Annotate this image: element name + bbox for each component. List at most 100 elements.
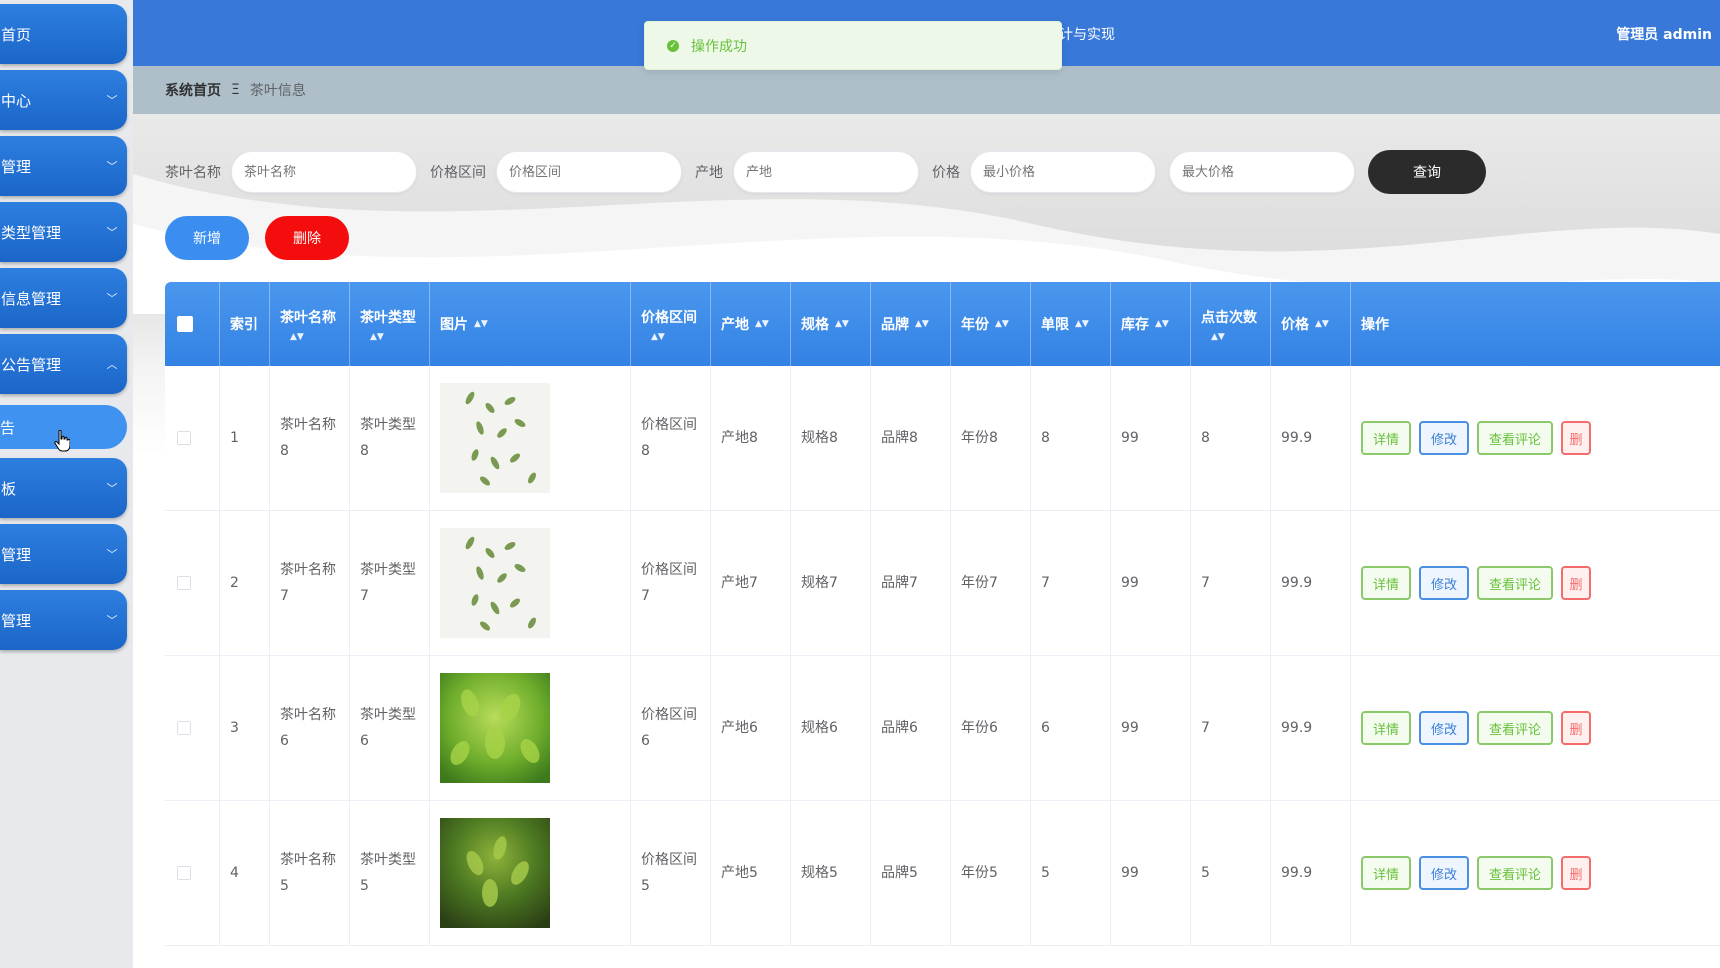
- view-comments-button[interactable]: 查看评论: [1477, 566, 1554, 600]
- cell-year: 年份6: [951, 656, 1031, 800]
- sidebar-item-type-management[interactable]: 类型管理 ﹀: [0, 202, 127, 262]
- delete-row-button[interactable]: 删: [1561, 856, 1592, 890]
- col-origin-label: 产地: [721, 317, 749, 333]
- cell-name-text: 茶叶名称: [280, 707, 336, 723]
- search-bar: 茶叶名称 价格区间 产地 价格 查询: [165, 150, 1486, 194]
- chevron-down-icon: ﹀: [106, 614, 118, 627]
- col-brand-label: 品牌: [881, 317, 909, 333]
- col-price[interactable]: 价格 ▲▼: [1271, 282, 1351, 366]
- cell-ops: 详情 修改 查看评论 删: [1351, 801, 1611, 945]
- max-price-input[interactable]: [1169, 151, 1355, 193]
- col-type[interactable]: 茶叶类型 ▲▼: [350, 282, 430, 366]
- sort-icon[interactable]: ▲▼: [1075, 319, 1089, 329]
- sidebar-item-management-2[interactable]: 管理 ﹀: [0, 524, 127, 584]
- col-year[interactable]: 年份 ▲▼: [951, 282, 1031, 366]
- cell-limit: 6: [1031, 656, 1111, 800]
- col-origin[interactable]: 产地 ▲▼: [711, 282, 791, 366]
- cell-brand: 品牌5: [871, 801, 951, 945]
- row-checkbox[interactable]: [177, 576, 191, 590]
- row-checkbox[interactable]: [177, 431, 191, 445]
- tea-table: 索引 茶叶名称 ▲▼ 茶叶类型 ▲▼ 图片 ▲▼ 价格区间 ▲▼ 产地 ▲▼ 规格 ▲▼ 品…: [165, 282, 1720, 946]
- name-input[interactable]: [231, 151, 417, 193]
- cell-name: 茶叶名称 8: [270, 366, 350, 510]
- min-price-input[interactable]: [970, 151, 1156, 193]
- sidebar-item-home[interactable]: 首页: [0, 4, 127, 64]
- col-limit[interactable]: 单限 ▲▼: [1031, 282, 1111, 366]
- tea-leaves-image: [440, 528, 550, 638]
- sort-icon[interactable]: ▲▼: [474, 319, 488, 329]
- cell-index: 1: [220, 366, 270, 510]
- cell-name-num: 7: [280, 588, 289, 604]
- cell-stock: 99: [1111, 366, 1191, 510]
- sort-icon[interactable]: ▲▼: [290, 332, 349, 342]
- sidebar-item-notice-management[interactable]: 公告管理 ︿: [0, 334, 127, 394]
- cell-limit: 7: [1031, 511, 1111, 655]
- delete-row-button[interactable]: 删: [1561, 566, 1592, 600]
- cell-index: 3: [220, 656, 270, 800]
- range-label: 价格区间: [430, 165, 486, 181]
- delete-button[interactable]: 删除: [265, 216, 349, 260]
- delete-row-button[interactable]: 删: [1561, 421, 1592, 455]
- row-select-cell: [165, 511, 220, 655]
- edit-button[interactable]: 修改: [1419, 856, 1470, 890]
- view-comments-button[interactable]: 查看评论: [1477, 856, 1554, 890]
- select-all-checkbox[interactable]: [177, 316, 193, 332]
- col-clicks[interactable]: 点击次数 ▲▼: [1191, 282, 1271, 366]
- detail-button[interactable]: 详情: [1361, 856, 1412, 890]
- sort-icon[interactable]: ▲▼: [370, 332, 429, 342]
- row-checkbox[interactable]: [177, 866, 191, 880]
- edit-button[interactable]: 修改: [1419, 566, 1470, 600]
- breadcrumb-home[interactable]: 系统首页: [165, 80, 221, 100]
- sort-icon[interactable]: ▲▼: [755, 319, 769, 329]
- sidebar: 首页 中心 ﹀ 管理 ﹀ 类型管理 ﹀ 信息管理 ﹀ 公告管理 ︿ 告 板 ﹀ 管理 ﹀ 管理…: [0, 0, 133, 968]
- view-comments-button[interactable]: 查看评论: [1477, 711, 1554, 745]
- detail-button[interactable]: 详情: [1361, 566, 1412, 600]
- col-name[interactable]: 茶叶名称 ▲▼: [270, 282, 350, 366]
- cell-clicks: 5: [1191, 801, 1271, 945]
- cell-brand: 品牌7: [871, 511, 951, 655]
- cell-price: 99.9: [1271, 656, 1351, 800]
- edit-button[interactable]: 修改: [1419, 421, 1470, 455]
- sort-icon[interactable]: ▲▼: [1211, 332, 1270, 342]
- detail-button[interactable]: 详情: [1361, 711, 1412, 745]
- col-spec[interactable]: 规格 ▲▼: [791, 282, 871, 366]
- chevron-down-icon: ﹀: [106, 226, 118, 239]
- col-image[interactable]: 图片 ▲▼: [430, 282, 631, 366]
- col-clicks-label: 点击次数: [1201, 309, 1257, 326]
- sidebar-item-label: 管理: [1, 611, 32, 630]
- sidebar-item-center[interactable]: 中心 ﹀: [0, 70, 127, 130]
- origin-input[interactable]: [733, 151, 919, 193]
- sidebar-item-management-3[interactable]: 管理 ﹀: [0, 590, 127, 650]
- price-range-input[interactable]: [496, 151, 682, 193]
- sort-icon[interactable]: ▲▼: [995, 319, 1009, 329]
- detail-button[interactable]: 详情: [1361, 421, 1412, 455]
- cell-name-num: 6: [280, 733, 289, 749]
- sort-icon[interactable]: ▲▼: [915, 319, 929, 329]
- sidebar-item-management[interactable]: 管理 ﹀: [0, 136, 127, 196]
- cell-stock: 99: [1111, 511, 1191, 655]
- sort-icon[interactable]: ▲▼: [835, 319, 849, 329]
- row-checkbox[interactable]: [177, 721, 191, 735]
- cell-range: 价格区间 7: [631, 511, 711, 655]
- edit-button[interactable]: 修改: [1419, 711, 1470, 745]
- sort-icon[interactable]: ▲▼: [651, 332, 710, 342]
- sort-icon[interactable]: ▲▼: [1315, 319, 1329, 329]
- sort-icon[interactable]: ▲▼: [1155, 319, 1169, 329]
- sidebar-item-info-management[interactable]: 信息管理 ﹀: [0, 268, 127, 328]
- query-button[interactable]: 查询: [1368, 150, 1486, 194]
- col-stock[interactable]: 库存 ▲▼: [1111, 282, 1191, 366]
- current-user[interactable]: 管理员 admin: [1616, 24, 1712, 44]
- add-button[interactable]: 新增: [165, 216, 249, 260]
- chevron-down-icon: ﹀: [106, 482, 118, 495]
- delete-row-button[interactable]: 删: [1561, 711, 1592, 745]
- cell-limit: 5: [1031, 801, 1111, 945]
- col-range[interactable]: 价格区间 ▲▼: [631, 282, 711, 366]
- cell-type-text: 茶叶类型: [360, 417, 416, 433]
- view-comments-button[interactable]: 查看评论: [1477, 421, 1554, 455]
- sidebar-item-board[interactable]: 板 ﹀: [0, 458, 127, 518]
- cell-type-num: 8: [360, 443, 369, 459]
- col-brand[interactable]: 品牌 ▲▼: [871, 282, 951, 366]
- cell-brand: 品牌6: [871, 656, 951, 800]
- cell-type-num: 7: [360, 588, 369, 604]
- cell-ops: 详情 修改 查看评论 删: [1351, 366, 1611, 510]
